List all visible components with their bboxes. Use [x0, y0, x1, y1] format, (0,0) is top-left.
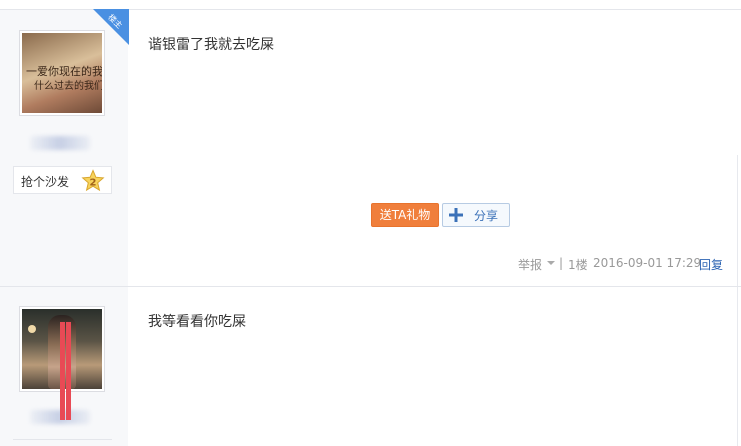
username-blurred[interactable]: [30, 136, 90, 150]
share-button[interactable]: 分享: [442, 203, 510, 227]
avatar-text-line2: 什么过去的我们: [34, 81, 102, 92]
sofa-label: 抢个沙发: [21, 175, 70, 189]
share-label: 分享: [474, 209, 499, 223]
reply-link[interactable]: 回复: [699, 256, 723, 273]
star-icon: 2: [81, 169, 105, 192]
post-content: 我等看看你吃屎: [148, 314, 246, 330]
post-timestamp: 2016-09-01 17:29: [593, 256, 702, 270]
chevron-down-icon[interactable]: [547, 261, 555, 265]
floor-number: 1楼: [568, 258, 588, 272]
plus-icon: [449, 208, 463, 222]
avatar-lamp: [28, 325, 36, 333]
meta-separator: |: [559, 256, 564, 270]
sofa-badge-partial: [13, 439, 112, 442]
post-content: 谐银雷了我就去吃屎: [148, 37, 274, 53]
post-floor-2: 我等看看你吃屎: [0, 287, 741, 446]
avatar[interactable]: 一爱你现在的我一 什么过去的我们: [19, 30, 105, 116]
sofa-badge[interactable]: 抢个沙发 2: [13, 166, 112, 194]
red-annotation-line: [60, 322, 65, 420]
red-annotation-line: [66, 322, 71, 420]
report-link[interactable]: 举报: [518, 256, 542, 273]
post-floor-1: 楼主 一爱你现在的我一 什么过去的我们 抢个沙发 2 谐银雷了我就去吃屎 送TA…: [0, 9, 741, 286]
avatar-image: 一爱你现在的我一 什么过去的我们: [22, 33, 102, 113]
sofa-rank: 2: [90, 178, 97, 189]
send-gift-button[interactable]: 送TA礼物: [371, 203, 439, 227]
